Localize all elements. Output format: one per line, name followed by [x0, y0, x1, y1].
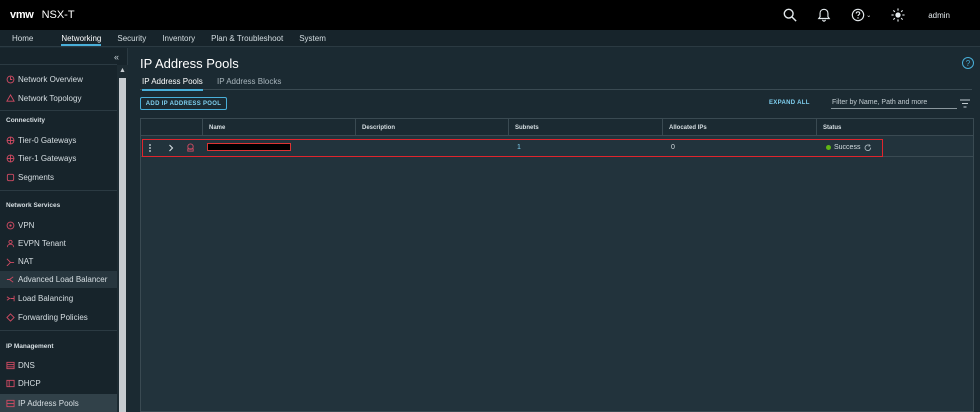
- bell-icon[interactable]: [816, 7, 832, 23]
- sidebar-item-label: Load Balancing: [18, 294, 74, 303]
- gateway-icon: [5, 154, 15, 164]
- sidebar-item-tier-1-gateways[interactable]: Tier-1 Gateways: [0, 150, 117, 167]
- dhcp-icon: [5, 379, 15, 389]
- column-subnets[interactable]: Subnets: [508, 119, 662, 136]
- scroll-up-arrow-icon[interactable]: ▲: [119, 67, 126, 74]
- load-balancing-icon: [5, 294, 15, 304]
- subtab-ip-address-blocks[interactable]: IP Address Blocks: [217, 77, 281, 86]
- sidebar-item-label: DHCP: [18, 379, 41, 388]
- sidebar-item-forwarding-policies[interactable]: Forwarding Policies: [0, 309, 117, 326]
- divider: [0, 64, 117, 65]
- tab-plan-troubleshoot[interactable]: Plan & Troubleshoot: [211, 30, 283, 46]
- tab-security[interactable]: Security: [117, 30, 146, 46]
- forwarding-policies-icon: [5, 313, 15, 323]
- vmware-logo: vmw: [10, 9, 34, 21]
- sidebar-item-label: NAT: [18, 257, 34, 266]
- header-actions: ⌄ admin: [782, 0, 980, 30]
- page-title: IP Address Pools: [140, 56, 239, 71]
- dns-icon: [5, 361, 15, 371]
- help-menu-icon[interactable]: ⌄: [850, 7, 872, 23]
- sidebar-item-label: Advanced Load Balancer: [18, 275, 108, 284]
- tenant-icon: [5, 239, 15, 249]
- sidebar-item-label: Tier-0 Gateways: [18, 136, 77, 145]
- tab-system[interactable]: System: [299, 30, 326, 46]
- tab-home[interactable]: Home: [12, 30, 33, 46]
- chevron-down-icon: ⌄: [866, 12, 872, 19]
- sidebar-item-label: Network Overview: [18, 75, 83, 84]
- network-overview-icon: [5, 75, 15, 85]
- divider: [0, 330, 117, 331]
- sidebar-item-advanced-load-balancer[interactable]: Advanced Load Balancer: [0, 271, 117, 288]
- divider: [0, 110, 117, 111]
- segments-icon: [5, 173, 15, 183]
- sidebar-item-label: Segments: [18, 173, 55, 182]
- main-content: IP Address Pools ? IP Address Pools IP A…: [128, 48, 980, 412]
- product-name: NSX-T: [41, 9, 75, 21]
- expand-all-button[interactable]: EXPAND ALL: [769, 100, 810, 106]
- column-status[interactable]: Status: [816, 119, 973, 136]
- load-balancer-icon: [5, 275, 15, 285]
- section-connectivity: Connectivity: [6, 117, 46, 124]
- sidebar-item-evpn-tenant[interactable]: EVPN Tenant: [0, 235, 117, 252]
- sidebar-item-label: VPN: [18, 221, 35, 230]
- sidebar-item-label: DNS: [18, 361, 35, 370]
- divider: [0, 190, 117, 191]
- sidebar-item-label: IP Address Pools: [18, 398, 79, 408]
- filter-input[interactable]: Filter by Name, Path and more: [831, 98, 957, 109]
- network-topology-icon: [5, 94, 15, 104]
- tab-networking[interactable]: Networking: [61, 30, 102, 46]
- table-header: Name Description Subnets Allocated IPs S…: [141, 119, 973, 136]
- sidebar-item-label: Network Topology: [18, 94, 82, 103]
- ip-pool-icon: [5, 398, 15, 408]
- sidebar: « ▲ Network Overview Network Topology Co…: [0, 48, 128, 412]
- sidebar-item-segments[interactable]: Segments: [0, 169, 117, 186]
- app-header: vmw NSX-T ⌄ admin: [0, 0, 980, 30]
- subtabs: IP Address Pools IP Address Blocks: [140, 76, 972, 91]
- sidebar-item-load-balancing[interactable]: Load Balancing: [0, 290, 117, 307]
- top-nav: Home Networking Security Inventory Plan …: [0, 30, 980, 47]
- ip-pools-table: Name Description Subnets Allocated IPs S…: [140, 118, 974, 412]
- user-menu[interactable]: admin: [928, 11, 950, 20]
- column-name[interactable]: Name: [202, 119, 355, 136]
- sidebar-item-label: EVPN Tenant: [18, 239, 66, 248]
- sidebar-item-nat[interactable]: NAT: [0, 253, 117, 270]
- help-icon[interactable]: ?: [962, 57, 974, 69]
- sidebar-item-vpn[interactable]: VPN: [0, 217, 117, 234]
- section-ip-management: IP Management: [6, 343, 54, 350]
- nat-icon: [5, 257, 15, 267]
- subtab-ip-address-pools[interactable]: IP Address Pools: [142, 77, 203, 91]
- collapse-sidebar-icon[interactable]: «: [114, 52, 119, 62]
- sidebar-scroll-thumb[interactable]: [119, 78, 126, 412]
- row-highlight-box: [142, 139, 883, 157]
- sidebar-item-network-topology[interactable]: Network Topology: [0, 90, 117, 107]
- sidebar-item-ip-address-pools[interactable]: IP Address Pools: [0, 394, 117, 412]
- filter-lines-icon[interactable]: [960, 99, 970, 108]
- tab-inventory[interactable]: Inventory: [162, 30, 195, 46]
- sun-icon[interactable]: [890, 7, 906, 23]
- sidebar-item-tier-0-gateways[interactable]: Tier-0 Gateways: [0, 132, 117, 149]
- add-ip-address-pool-button[interactable]: ADD IP ADDRESS POOL: [140, 97, 227, 110]
- column-description[interactable]: Description: [355, 119, 508, 136]
- sidebar-item-label: Forwarding Policies: [18, 313, 88, 322]
- section-network-services: Network Services: [6, 202, 61, 209]
- gateway-icon: [5, 136, 15, 146]
- column-allocated-ips[interactable]: Allocated IPs: [662, 119, 816, 136]
- search-icon[interactable]: [782, 7, 798, 23]
- sidebar-item-dns[interactable]: DNS: [0, 357, 117, 374]
- sidebar-item-dhcp[interactable]: DHCP: [0, 375, 117, 392]
- sidebar-item-label: Tier-1 Gateways: [18, 154, 77, 163]
- vpn-icon: [5, 221, 15, 231]
- sidebar-item-network-overview[interactable]: Network Overview: [0, 71, 117, 88]
